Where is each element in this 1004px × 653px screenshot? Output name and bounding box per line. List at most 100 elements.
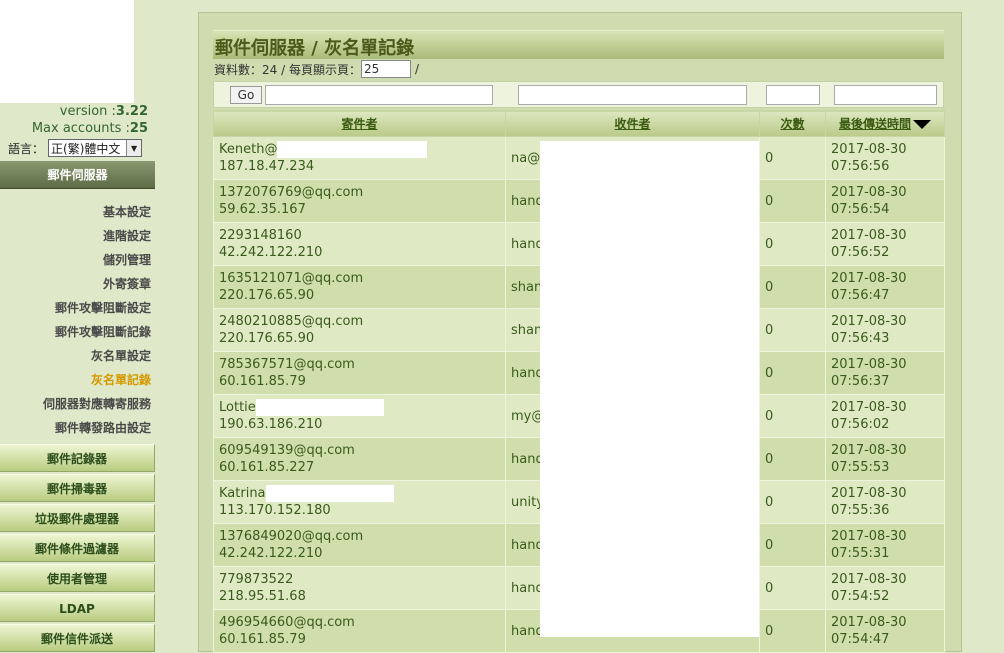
sender-text: Lottie — [219, 400, 256, 415]
menu-section-0[interactable]: 郵件記錄器 — [0, 444, 155, 472]
sender-text: 2293148160 — [219, 228, 302, 243]
sender-cell: 496954660@qq.com 60.161.85.79 — [213, 609, 506, 653]
version-info: version :3.22 Max accounts :25 — [0, 103, 148, 137]
date-text: 2017-08-30 — [831, 615, 907, 630]
col-sender[interactable]: 寄件者 — [213, 110, 506, 137]
language-select[interactable]: 正(繁)體中文 ▼ — [48, 139, 143, 157]
sender-cell: Keneth@ 187.18.47.234 — [213, 136, 506, 180]
sender-ip: 220.176.65.90 — [219, 288, 315, 303]
recipient-text: hand — [511, 623, 544, 639]
time-text: 07:56:56 — [831, 159, 890, 174]
go-button[interactable]: Go — [230, 86, 262, 104]
filter-sender-input[interactable] — [265, 85, 493, 105]
max-accounts-value: 25 — [129, 121, 148, 136]
sender-ip: 218.95.51.68 — [219, 589, 306, 604]
time-cell: 2017-08-30 07:56:47 — [825, 265, 945, 309]
version-value: 3.22 — [115, 104, 148, 119]
count-cell: 0 — [759, 351, 826, 395]
sender-cell: 785367571@qq.com 60.161.85.79 — [213, 351, 506, 395]
menu-section-2[interactable]: 垃圾郵件處理器 — [0, 504, 155, 532]
count-slash: / — [414, 62, 419, 76]
date-text: 2017-08-30 — [831, 486, 907, 501]
count-text: 0 — [765, 279, 774, 295]
count-text: 0 — [765, 494, 774, 510]
sender-cell: Lottie 190.63.186.210 — [213, 394, 506, 438]
filter-recipient-input[interactable] — [518, 85, 747, 105]
date-text: 2017-08-30 — [831, 357, 907, 372]
time-text: 07:54:52 — [831, 589, 890, 604]
recipient-text: shan — [511, 279, 543, 295]
time-cell: 2017-08-30 07:54:47 — [825, 609, 945, 653]
time-cell: 2017-08-30 07:54:52 — [825, 566, 945, 610]
language-label: 語言： — [8, 141, 45, 156]
count-text: 0 — [765, 408, 774, 424]
sender-ip: 187.18.47.234 — [219, 159, 315, 174]
count-cell: 0 — [759, 609, 826, 653]
sidebar-item-4[interactable]: 郵件攻擊阻斷設定 — [55, 299, 151, 316]
date-text: 2017-08-30 — [831, 572, 907, 587]
sender-cell: 2480210885@qq.com 220.176.65.90 — [213, 308, 506, 352]
sender-text: 609549139@qq.com — [219, 443, 355, 458]
recipient-text: na@l — [511, 150, 544, 166]
filter-time-input[interactable] — [834, 85, 937, 105]
time-text: 07:56:54 — [831, 202, 890, 217]
redaction-mask — [277, 141, 428, 158]
recipient-text: hand — [511, 236, 544, 252]
time-text: 07:56:43 — [831, 331, 890, 346]
col-last-sent[interactable]: 最後傳送時間 — [825, 110, 945, 137]
sender-text: Keneth@ — [219, 142, 278, 157]
chevron-down-icon[interactable]: ▼ — [126, 140, 142, 156]
col-count[interactable]: 次數 — [759, 110, 826, 137]
menu-section-3[interactable]: 郵件條件過濾器 — [0, 534, 155, 562]
time-text: 07:54:47 — [831, 632, 890, 647]
sidebar-item-7[interactable]: 灰名單記錄 — [91, 371, 151, 388]
sender-ip: 42.242.122.210 — [219, 546, 323, 561]
count-row: 資料數：24 / 每頁顯示頁： 25 / — [214, 60, 419, 78]
time-text: 07:56:37 — [831, 374, 890, 389]
count-text: 0 — [765, 236, 774, 252]
sender-ip: 60.161.85.79 — [219, 374, 306, 389]
filter-count-input[interactable] — [766, 85, 820, 105]
sender-ip: 190.63.186.210 — [219, 417, 323, 432]
sender-text: 1635121071@qq.com — [219, 271, 364, 286]
time-cell: 2017-08-30 07:56:54 — [825, 179, 945, 223]
recipient-text: hand — [511, 580, 544, 596]
count-text: 0 — [765, 623, 774, 639]
logo-area — [0, 0, 134, 103]
time-cell: 2017-08-30 07:56:52 — [825, 222, 945, 266]
sender-text: 2480210885@qq.com — [219, 314, 364, 329]
date-text: 2017-08-30 — [831, 443, 907, 458]
count-text: 0 — [765, 451, 774, 467]
menu-section-4[interactable]: 使用者管理 — [0, 564, 155, 592]
count-cell: 0 — [759, 437, 826, 481]
menu-section-6[interactable]: 郵件信件派送 — [0, 624, 155, 652]
menu-section-1[interactable]: 郵件掃毒器 — [0, 474, 155, 502]
redaction-mask — [255, 399, 384, 416]
sidebar-item-3[interactable]: 外寄簽章 — [103, 275, 151, 292]
language-value: 正(繁)體中文 — [51, 141, 121, 156]
time-cell: 2017-08-30 07:56:37 — [825, 351, 945, 395]
menu-mail-server[interactable]: 郵件伺服器 — [0, 161, 155, 189]
sender-cell: Katrina 113.170.152.180 — [213, 480, 506, 524]
sidebar-item-6[interactable]: 灰名單設定 — [91, 347, 151, 364]
date-text: 2017-08-30 — [831, 228, 907, 243]
sender-text: 496954660@qq.com — [219, 615, 355, 630]
page-title: 郵件伺服器 / 灰名單記錄 — [215, 38, 415, 59]
sidebar-item-0[interactable]: 基本設定 — [103, 203, 151, 220]
sidebar-item-8[interactable]: 伺服器對應轉寄服務 — [43, 395, 151, 412]
filter-row: Go — [213, 81, 944, 108]
time-text: 07:55:53 — [831, 460, 890, 475]
sidebar-item-5[interactable]: 郵件攻擊阻斷記錄 — [55, 323, 151, 340]
sidebar-item-9[interactable]: 郵件轉發路由設定 — [55, 419, 151, 436]
time-cell: 2017-08-30 07:55:53 — [825, 437, 945, 481]
time-cell: 2017-08-30 07:55:31 — [825, 523, 945, 567]
sidebar-item-1[interactable]: 進階設定 — [103, 227, 151, 244]
count-cell: 0 — [759, 480, 826, 524]
per-page-input[interactable]: 25 — [360, 60, 411, 78]
sender-text: 1376849020@qq.com — [219, 529, 364, 544]
col-recipient[interactable]: 收件者 — [505, 110, 760, 137]
time-text: 07:55:31 — [831, 546, 890, 561]
recipient-text: shan — [511, 322, 543, 338]
menu-section-5[interactable]: LDAP — [0, 594, 155, 622]
sidebar-item-2[interactable]: 儲列管理 — [103, 251, 151, 268]
